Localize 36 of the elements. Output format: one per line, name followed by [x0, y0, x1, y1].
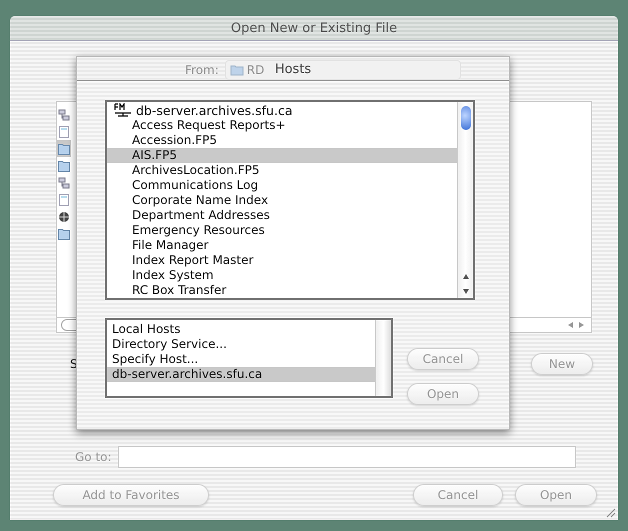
- document-icon: [59, 194, 69, 206]
- document-icon: [59, 126, 69, 138]
- vertical-scrollbar[interactable]: [375, 320, 391, 396]
- file-item[interactable]: Corporate Name Index: [107, 193, 457, 208]
- from-label: From:: [185, 63, 219, 77]
- file-item[interactable]: ArchivesLocation.FP5: [107, 163, 457, 178]
- network-icon: [58, 108, 70, 120]
- folder-icon: [58, 160, 70, 172]
- host-item[interactable]: db-server.archives.sfu.ca: [107, 367, 375, 382]
- file-item[interactable]: Communications Log: [107, 178, 457, 193]
- network-icon: [58, 176, 70, 188]
- host-item[interactable]: Specify Host...: [107, 352, 375, 367]
- file-item[interactable]: Index Report Master: [107, 253, 457, 268]
- file-item[interactable]: Accession.FP5: [107, 133, 457, 148]
- file-item[interactable]: File Manager: [107, 238, 457, 253]
- go-to-label: Go to:: [75, 450, 112, 464]
- sheet-title: Hosts: [274, 62, 312, 77]
- go-to-field[interactable]: [118, 446, 576, 468]
- file-item[interactable]: Index System: [107, 268, 457, 283]
- folder-icon: [58, 142, 70, 154]
- file-item[interactable]: AIS.FP5: [107, 148, 457, 163]
- host-item[interactable]: Directory Service...: [107, 337, 375, 352]
- resize-grip-icon: [606, 508, 616, 518]
- vertical-scrollbar[interactable]: [457, 102, 473, 298]
- file-item[interactable]: Emergency Resources: [107, 223, 457, 238]
- folder-icon: [58, 228, 70, 240]
- file-item[interactable]: Department Addresses: [107, 208, 457, 223]
- server-icon: [114, 102, 132, 118]
- window-title: Open New or Existing File: [230, 20, 398, 36]
- scroll-thumb[interactable]: [460, 106, 470, 130]
- folder-icon: [230, 64, 244, 76]
- host-item[interactable]: Local Hosts: [107, 322, 375, 337]
- host-name[interactable]: db-server.archives.sfu.ca: [136, 102, 292, 118]
- file-item[interactable]: Access Request Reports+: [107, 118, 457, 133]
- globe-icon: [58, 210, 70, 222]
- file-item[interactable]: RC Box Transfer: [107, 283, 457, 298]
